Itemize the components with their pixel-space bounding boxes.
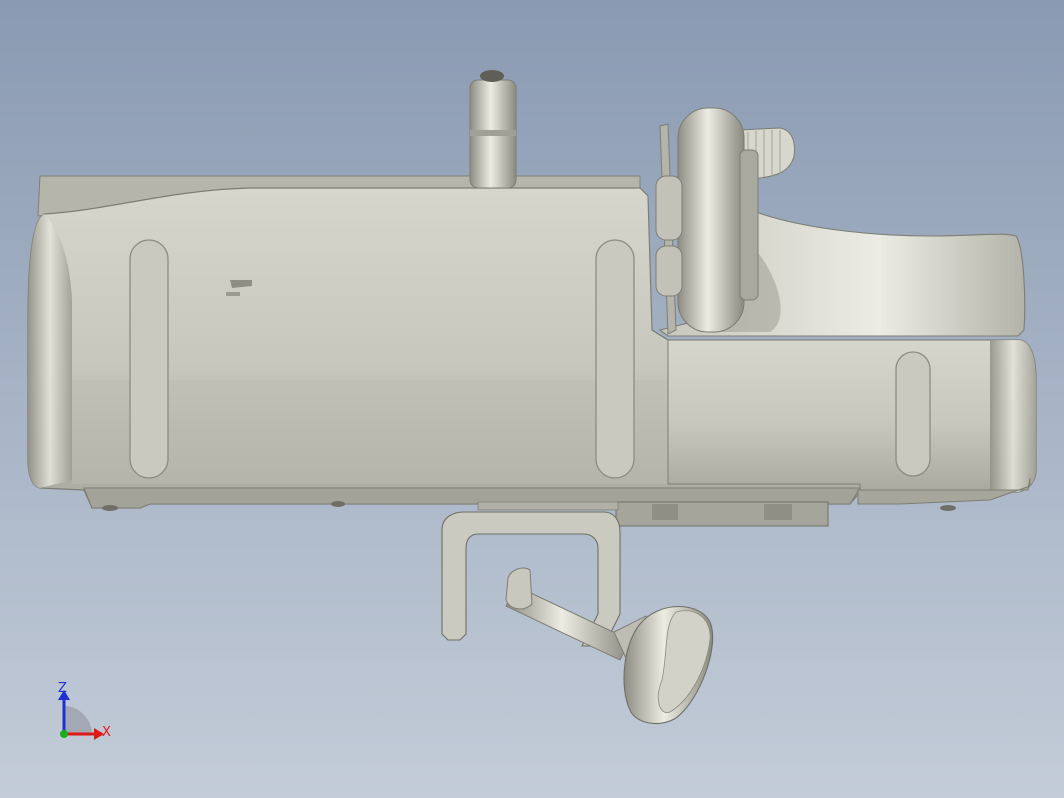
- clamp-hub-lower: [655, 245, 683, 297]
- base-screw-1: [102, 505, 118, 511]
- top-post: [469, 70, 517, 189]
- base-screw-2: [331, 501, 345, 507]
- housing-right-edge: [990, 340, 1036, 492]
- y-axis-dot: [60, 730, 68, 738]
- z-axis-label: Z: [58, 681, 67, 696]
- mount-tab-left: [652, 504, 678, 520]
- screw-tip: [505, 567, 533, 610]
- base-screw-3: [940, 505, 956, 511]
- coordinate-triad: Z X: [58, 681, 111, 740]
- slot-left: [129, 239, 169, 479]
- mount-plate: [615, 501, 829, 527]
- pump-housing: [27, 175, 1037, 509]
- clamp-disc: [677, 107, 745, 333]
- slot-center: [595, 239, 635, 479]
- x-axis-label: X: [102, 725, 111, 740]
- indicator-dash: [226, 292, 240, 296]
- mount-strip: [477, 501, 619, 511]
- clamp-hub-upper: [655, 175, 683, 241]
- top-post-cap: [480, 70, 504, 82]
- housing-right-block: [667, 339, 1037, 493]
- slot-right: [895, 351, 931, 477]
- cad-3d-viewport[interactable]: Z X: [0, 0, 1064, 798]
- top-post-ring: [470, 130, 516, 136]
- mount-tab-right: [764, 504, 792, 520]
- triad-quadrant: [64, 706, 92, 734]
- clamp-disc-rim: [739, 149, 759, 301]
